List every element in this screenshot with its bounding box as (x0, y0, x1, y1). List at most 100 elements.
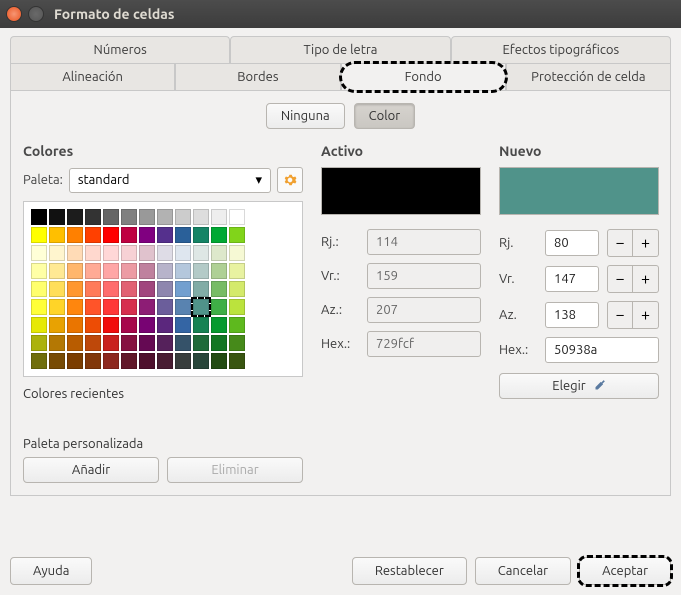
color-swatch[interactable] (31, 299, 47, 315)
color-swatch[interactable] (193, 299, 209, 315)
color-swatch[interactable] (175, 281, 191, 297)
color-swatch[interactable] (121, 299, 137, 315)
color-swatch[interactable] (229, 209, 245, 225)
color-swatch[interactable] (157, 317, 173, 333)
color-swatch[interactable] (49, 353, 65, 369)
tab-tipo-de-letra[interactable]: Tipo de letra (230, 36, 450, 63)
color-swatch[interactable] (103, 245, 119, 261)
color-swatch[interactable] (157, 299, 173, 315)
color-swatch[interactable] (103, 281, 119, 297)
tab-alineacion[interactable]: Alineación (10, 63, 175, 91)
mode-color-button[interactable]: Color (354, 103, 416, 129)
color-swatch[interactable] (139, 335, 155, 351)
color-swatch[interactable] (229, 299, 245, 315)
tab-proteccion[interactable]: Protección de celda (506, 63, 671, 91)
color-swatch-grid[interactable] (23, 201, 303, 377)
new-b-increment[interactable]: + (633, 301, 659, 329)
color-swatch[interactable] (121, 245, 137, 261)
color-swatch[interactable] (193, 317, 209, 333)
color-swatch[interactable] (139, 317, 155, 333)
color-swatch[interactable] (67, 245, 83, 261)
color-swatch[interactable] (67, 227, 83, 243)
color-swatch[interactable] (49, 227, 65, 243)
color-swatch[interactable] (157, 281, 173, 297)
cancel-button[interactable]: Cancelar (475, 557, 571, 585)
color-swatch[interactable] (67, 317, 83, 333)
color-swatch[interactable] (229, 263, 245, 279)
tab-numeros[interactable]: Números (10, 36, 230, 63)
color-swatch[interactable] (103, 299, 119, 315)
color-swatch[interactable] (49, 245, 65, 261)
color-swatch[interactable] (121, 335, 137, 351)
color-swatch[interactable] (103, 353, 119, 369)
color-swatch[interactable] (139, 227, 155, 243)
color-swatch[interactable] (229, 245, 245, 261)
color-swatch[interactable] (157, 209, 173, 225)
color-swatch[interactable] (139, 263, 155, 279)
color-swatch[interactable] (31, 353, 47, 369)
help-button[interactable]: Ayuda (10, 557, 92, 585)
color-swatch[interactable] (229, 353, 245, 369)
palette-select[interactable]: standard ▾ (69, 168, 271, 193)
window-minimize-button[interactable] (28, 6, 44, 22)
color-swatch[interactable] (175, 353, 191, 369)
tab-efectos[interactable]: Efectos tipográficos (451, 36, 671, 63)
color-swatch[interactable] (121, 353, 137, 369)
color-swatch[interactable] (229, 281, 245, 297)
color-swatch[interactable] (85, 227, 101, 243)
color-swatch[interactable] (175, 245, 191, 261)
new-g-input[interactable]: 147 (545, 266, 599, 292)
color-swatch[interactable] (229, 317, 245, 333)
color-swatch[interactable] (211, 335, 227, 351)
new-b-decrement[interactable]: − (607, 301, 633, 329)
color-swatch[interactable] (49, 299, 65, 315)
color-swatch[interactable] (175, 299, 191, 315)
color-swatch[interactable] (49, 317, 65, 333)
color-swatch[interactable] (67, 281, 83, 297)
color-swatch[interactable] (67, 353, 83, 369)
color-swatch[interactable] (67, 335, 83, 351)
color-swatch[interactable] (211, 209, 227, 225)
reset-button[interactable]: Restablecer (352, 557, 467, 585)
color-swatch[interactable] (193, 263, 209, 279)
color-swatch[interactable] (175, 227, 191, 243)
color-swatch[interactable] (85, 299, 101, 315)
color-swatch[interactable] (157, 353, 173, 369)
color-swatch[interactable] (175, 335, 191, 351)
color-swatch[interactable] (31, 281, 47, 297)
color-swatch[interactable] (103, 317, 119, 333)
palette-settings-button[interactable] (277, 167, 303, 193)
color-swatch[interactable] (49, 281, 65, 297)
color-swatch[interactable] (67, 299, 83, 315)
new-r-decrement[interactable]: − (607, 229, 633, 257)
color-swatch[interactable] (139, 281, 155, 297)
color-swatch[interactable] (139, 209, 155, 225)
color-swatch[interactable] (139, 245, 155, 261)
color-swatch[interactable] (31, 245, 47, 261)
color-swatch[interactable] (85, 353, 101, 369)
color-swatch[interactable] (67, 263, 83, 279)
color-swatch[interactable] (193, 335, 209, 351)
new-hex-input[interactable]: 50938a (545, 337, 659, 363)
mode-none-button[interactable]: Ninguna (266, 103, 345, 129)
new-r-increment[interactable]: + (633, 229, 659, 257)
color-swatch[interactable] (193, 227, 209, 243)
color-swatch[interactable] (229, 335, 245, 351)
color-swatch[interactable] (211, 353, 227, 369)
new-b-input[interactable]: 138 (545, 302, 599, 328)
color-swatch[interactable] (175, 317, 191, 333)
color-swatch[interactable] (103, 209, 119, 225)
color-swatch[interactable] (103, 227, 119, 243)
color-swatch[interactable] (121, 209, 137, 225)
color-swatch[interactable] (157, 335, 173, 351)
color-swatch[interactable] (175, 209, 191, 225)
color-swatch[interactable] (85, 209, 101, 225)
color-swatch[interactable] (211, 281, 227, 297)
color-swatch[interactable] (103, 335, 119, 351)
remove-palette-button[interactable]: Eliminar (167, 457, 303, 483)
new-g-increment[interactable]: + (633, 265, 659, 293)
window-close-button[interactable] (6, 6, 22, 22)
color-swatch[interactable] (139, 353, 155, 369)
color-swatch[interactable] (193, 245, 209, 261)
tab-fondo[interactable]: Fondo (341, 63, 506, 91)
